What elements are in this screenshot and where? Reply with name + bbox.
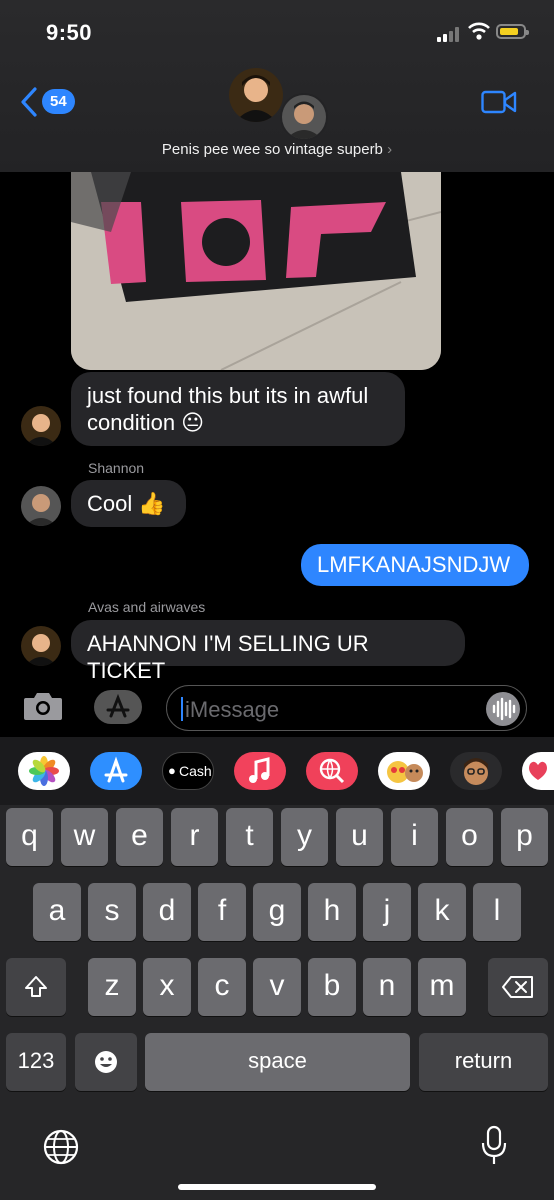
key-c[interactable]: c xyxy=(198,958,246,1016)
app-store-app-button[interactable] xyxy=(90,752,142,790)
delete-key[interactable] xyxy=(488,958,548,1016)
chevron-left-icon xyxy=(21,87,37,117)
memoji-button[interactable] xyxy=(450,752,502,790)
emoji-key[interactable] xyxy=(75,1033,137,1091)
key-l[interactable]: l xyxy=(473,883,521,941)
space-key[interactable]: space xyxy=(145,1033,410,1091)
text-cursor xyxy=(181,697,183,721)
backspace-icon xyxy=(502,976,533,998)
apple-cash-button[interactable]: ● Cash xyxy=(162,752,214,790)
key-q[interactable]: q xyxy=(6,808,53,866)
back-button[interactable]: 54 xyxy=(20,87,80,117)
incoming-message[interactable]: Cool 👍 xyxy=(71,480,186,527)
message-input[interactable]: iMessage xyxy=(166,685,527,731)
key-f[interactable]: f xyxy=(198,883,246,941)
digital-touch-button[interactable] xyxy=(522,752,554,790)
heart-hand-icon xyxy=(529,761,547,780)
gif-search-button[interactable] xyxy=(306,752,358,790)
key-k[interactable]: k xyxy=(418,883,466,941)
key-y[interactable]: y xyxy=(281,808,328,866)
group-name-button[interactable]: Penis pee wee so vintage superb › xyxy=(0,141,554,158)
app-store-icon xyxy=(106,693,130,718)
keyboard: q w e r t y u i o p a s d f g h j k l z … xyxy=(0,805,554,1200)
key-s[interactable]: s xyxy=(88,883,136,941)
globe-search-icon xyxy=(319,758,345,784)
key-m[interactable]: m xyxy=(418,958,466,1016)
apple-cash-label: Cash xyxy=(179,763,212,779)
app-store-icon xyxy=(104,756,128,783)
key-p[interactable]: p xyxy=(501,808,548,866)
unread-count-badge: 54 xyxy=(42,89,75,114)
key-r[interactable]: r xyxy=(171,808,218,866)
photos-app-button[interactable] xyxy=(18,752,70,790)
sender-avatar xyxy=(21,626,61,666)
key-o[interactable]: o xyxy=(446,808,493,866)
globe-key[interactable] xyxy=(42,1128,80,1171)
group-avatar-primary[interactable] xyxy=(229,68,283,122)
video-camera-icon xyxy=(481,90,517,114)
conversation-header: 9:50 54 Penis pee wee so vintage superb … xyxy=(0,0,554,172)
key-u[interactable]: u xyxy=(336,808,383,866)
memoji-icon xyxy=(387,761,423,783)
status-time: 9:50 xyxy=(46,20,93,45)
photos-icon xyxy=(29,756,59,786)
group-name: Penis pee wee so vintage superb xyxy=(161,141,383,158)
dictation-key[interactable] xyxy=(480,1125,508,1172)
group-avatar-secondary[interactable] xyxy=(280,93,328,141)
key-j[interactable]: j xyxy=(363,883,411,941)
sender-name: Shannon xyxy=(88,460,145,476)
return-key[interactable]: return xyxy=(419,1033,548,1091)
chevron-right-icon: › xyxy=(387,141,393,158)
facetime-video-button[interactable] xyxy=(481,90,517,119)
numbers-key[interactable]: 123 xyxy=(6,1033,66,1091)
incoming-message[interactable]: just found this but its in awful conditi… xyxy=(71,372,405,446)
message-placeholder: iMessage xyxy=(185,697,280,722)
key-a[interactable]: a xyxy=(33,883,81,941)
music-app-button[interactable] xyxy=(234,752,286,790)
battery-icon xyxy=(496,24,529,39)
cellular-signal-icon xyxy=(437,26,463,42)
key-w[interactable]: w xyxy=(61,808,108,866)
imessage-app-drawer: ● Cash xyxy=(0,737,554,805)
key-t[interactable]: t xyxy=(226,808,273,866)
memoji-face-icon xyxy=(464,758,488,785)
sender-name: Avas and airwaves xyxy=(88,599,206,615)
key-x[interactable]: x xyxy=(143,958,191,1016)
key-i[interactable]: i xyxy=(391,808,438,866)
camera-icon xyxy=(24,693,62,720)
apple-logo-icon: ● xyxy=(168,763,176,778)
waveform-icon xyxy=(492,697,516,721)
sender-avatar xyxy=(21,486,61,526)
home-indicator xyxy=(178,1184,376,1190)
key-n[interactable]: n xyxy=(363,958,411,1016)
camera-button[interactable] xyxy=(22,690,64,727)
key-g[interactable]: g xyxy=(253,883,301,941)
incoming-message[interactable]: AHANNON I'M SELLING UR TICKET xyxy=(71,620,465,683)
key-h[interactable]: h xyxy=(308,883,356,941)
sender-avatar xyxy=(21,406,61,446)
key-e[interactable]: e xyxy=(116,808,163,866)
microphone-icon xyxy=(481,1125,507,1164)
key-v[interactable]: v xyxy=(253,958,301,1016)
outgoing-message[interactable]: LMFKANAJSNDJW xyxy=(301,544,529,586)
music-note-icon xyxy=(249,757,270,783)
wifi-icon xyxy=(468,22,490,45)
dictation-audio-button[interactable] xyxy=(486,692,520,726)
key-d[interactable]: d xyxy=(143,883,191,941)
globe-icon xyxy=(43,1129,79,1165)
memoji-stickers-button[interactable] xyxy=(378,752,430,790)
emoji-smile-icon xyxy=(95,1051,117,1073)
shift-key[interactable] xyxy=(6,958,66,1016)
shift-arrow-icon xyxy=(25,976,47,997)
app-store-button[interactable] xyxy=(94,690,142,724)
key-b[interactable]: b xyxy=(308,958,356,1016)
photo-attachment[interactable] xyxy=(71,172,441,370)
key-z[interactable]: z xyxy=(88,958,136,1016)
